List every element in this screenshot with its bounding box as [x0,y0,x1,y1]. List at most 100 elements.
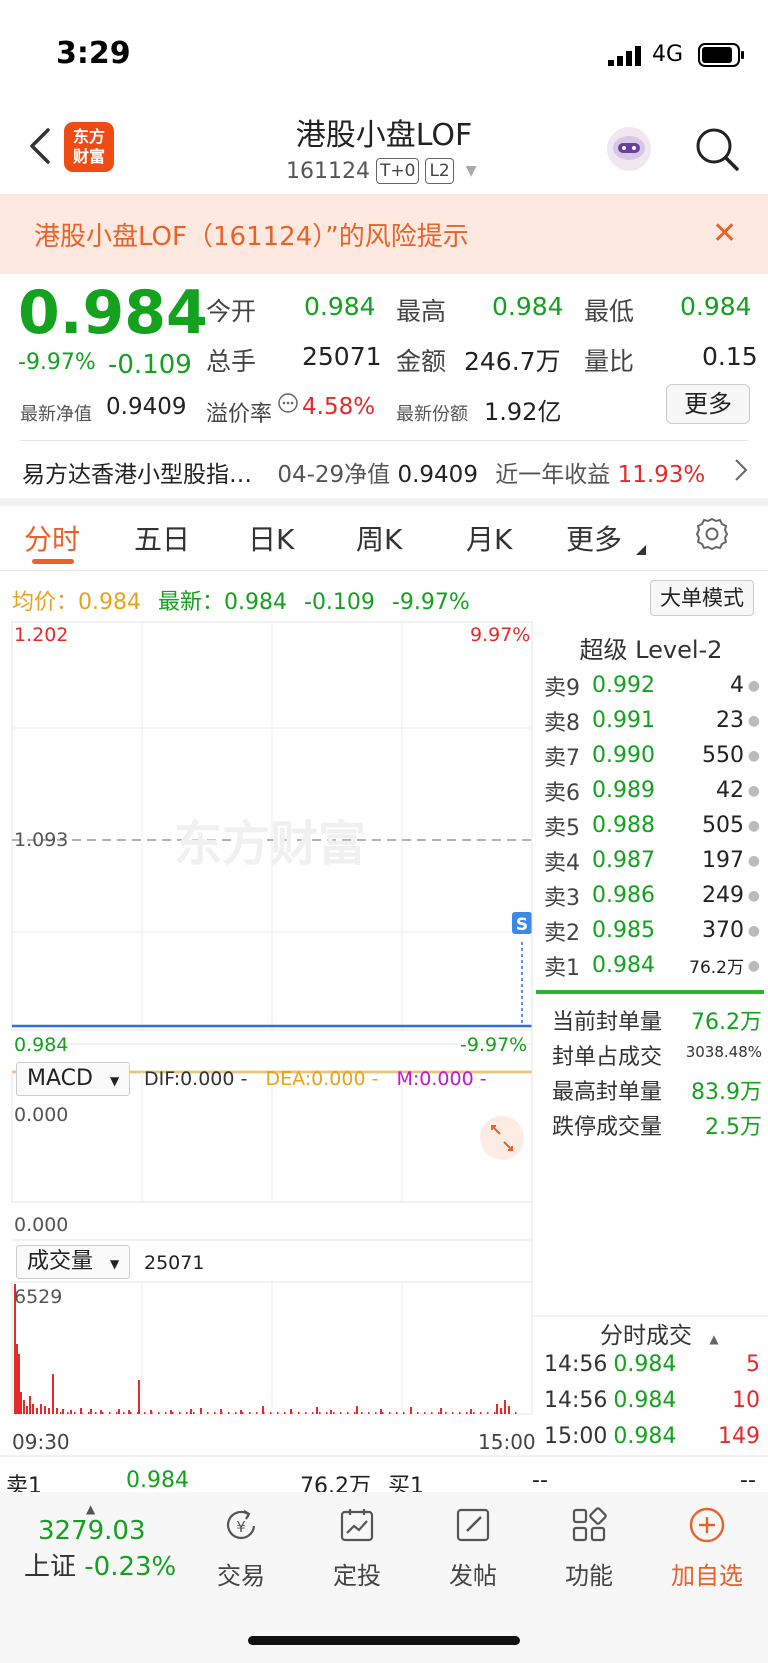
dot-icon: ● [747,782,760,799]
volume-total: 25071 [144,1252,205,1274]
change-value: -0.109 [108,350,192,380]
home-indicator[interactable] [248,1636,520,1645]
ticks-title[interactable]: 分时成交 ▲ [600,1316,719,1350]
tick-price: 0.984 [613,1424,677,1449]
high-value: 0.984 [492,292,564,321]
volume-bar [32,1404,34,1414]
volume-bar [354,1412,356,1414]
macd-m: M:0.000 - [396,1068,487,1090]
order-book-row: 卖2 0.985 370 ● [544,913,760,948]
ask-price: 0.985 [592,918,655,943]
tab-more[interactable]: 更多 [566,518,622,558]
tick-time: 15:00 [544,1424,608,1449]
fund-name: 易方达香港小型股指… [22,462,252,488]
tab-active-indicator [32,559,74,564]
nav-functions[interactable]: 功能 [534,1506,644,1591]
ask-volume: 249 [702,883,744,908]
seal-value: 83.9万 [691,1080,762,1105]
tick-time: 14:56 [544,1388,608,1413]
risk-banner-text[interactable]: 港股小盘LOF（161124）”的风险提示 [34,216,469,253]
yen-icon: ¥ [227,1510,256,1540]
section-gap [0,498,768,506]
dot-icon: ● [747,747,760,764]
volume-bar [356,1406,358,1414]
robot-assistant-icon[interactable] [604,124,654,178]
index-ticker[interactable]: ▲ 3279.03 上证 -0.23% [24,1502,194,1583]
volume-bar [298,1412,300,1414]
volume-bar [445,1412,447,1414]
shares-value: 1.92亿 [484,398,562,426]
volume-bar [186,1412,188,1414]
volume-bar [284,1412,286,1414]
nav-label: 最新净值 [20,404,92,425]
nav-add-watchlist[interactable]: 加自选 [652,1506,762,1591]
search-icon[interactable] [694,126,740,176]
volume-bar [193,1412,195,1414]
level2-title[interactable]: 超级 Level-2 [534,630,768,665]
network-type: 4G [652,42,684,67]
volume-bar [312,1412,314,1414]
pct-bottom: -9.97% [460,1034,528,1056]
volume-bar [410,1412,412,1414]
volume-bar [403,1412,405,1414]
volume-bar [179,1412,181,1414]
tick-row: 14:56 0.984 10 [544,1388,760,1413]
volume-bar [40,1404,42,1414]
volume-bar [95,1412,97,1414]
order-book-row: 卖9 0.992 4 ● [544,668,760,703]
volume-bar [333,1412,335,1414]
volume-bar [316,1407,318,1414]
amount-label: 金额 [396,347,447,376]
nav-trade[interactable]: ¥ 交易 [186,1506,296,1591]
big-order-mode-button[interactable]: 大单模式 [650,580,754,616]
tick-time: 14:56 [544,1352,608,1377]
close-icon[interactable]: ✕ [712,216,737,251]
tick-price: 0.984 [613,1352,677,1377]
volume-selector[interactable]: 成交量 ▼ [16,1245,131,1279]
order-book-row: 卖1 0.984 76.2万 ● [544,948,760,983]
volume-bar [190,1409,192,1414]
volume-bar [347,1412,349,1414]
fund-date: 04-29 [277,462,345,488]
volume-bar [361,1412,363,1414]
dot-icon: ● [747,677,760,694]
premium-value: 4.58% [302,394,376,420]
latest-label: 最新： [158,590,225,615]
volume-bar [23,1400,25,1414]
ask-volume: 550 [702,743,744,768]
more-button[interactable]: 更多 [666,384,750,424]
gear-icon[interactable] [694,516,730,556]
fund-info-row[interactable]: 易方达香港小型股指… 04-29净值 0.9409 近一年收益 11.93% [22,455,705,489]
info-dots-icon[interactable] [277,392,299,418]
volume-bar [340,1412,342,1414]
stock-code: 161124 [286,158,370,184]
l2-tag: L2 [425,158,454,184]
volume-bar [480,1412,482,1414]
pct-top: 9.97% [470,624,531,646]
nav-invest[interactable]: 定投 [302,1506,412,1591]
ask-label: 卖4 [544,850,580,876]
volume-label: 总手 [206,347,257,376]
nav-post[interactable]: 发帖 [418,1506,528,1591]
app-screen: 3:29 4G 东方 财富 港股小盘LOF 161124 T+0 L2 ▼ 港股… [0,0,768,1663]
caret-down-icon[interactable]: ▼ [466,163,477,179]
ask-volume: 76.2万 [689,958,744,978]
watermark: 东方财富 [174,816,366,872]
tab-weekly-k[interactable]: 周K [356,518,402,558]
seal-label: 封单占成交 [552,1045,663,1070]
ratio-label: 量比 [584,347,635,376]
tab-monthly-k[interactable]: 月K [466,518,512,558]
tab-five-day[interactable]: 五日 [134,518,190,558]
macd-selector[interactable]: MACD ▼ [16,1062,131,1096]
volume-bar [221,1412,223,1414]
volume-bar [165,1412,167,1414]
tab-daily-k[interactable]: 日K [248,518,294,558]
tab-intraday[interactable]: 分时 [24,518,80,558]
ask-label: 卖3 [544,885,580,911]
volume-bar [452,1412,454,1414]
volume-bar [417,1412,419,1414]
svg-text:S: S [516,915,528,935]
plus-circle-icon [689,1507,725,1543]
chevron-right-icon[interactable] [734,458,748,486]
volume-bar [70,1410,72,1414]
